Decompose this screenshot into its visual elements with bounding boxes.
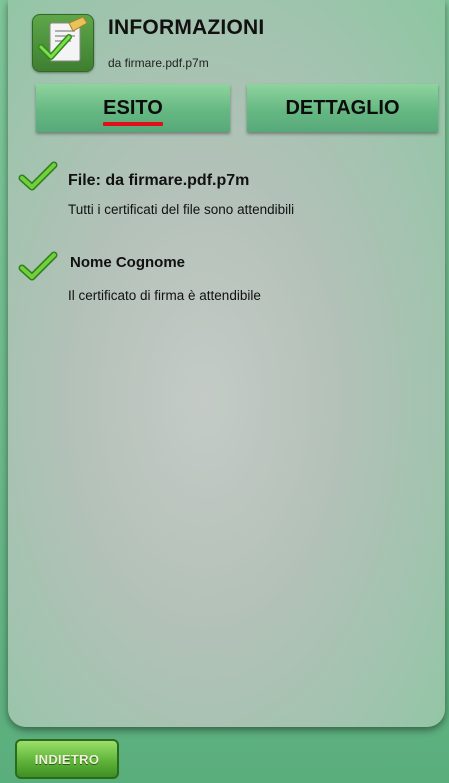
result-description-file: Tutti i certificati del file sono attend… (68, 202, 295, 217)
result-title-signer: Nome Cognome (70, 254, 186, 271)
tab-esito-text: ESITO (103, 96, 163, 119)
active-tab-indicator (103, 121, 163, 126)
result-description-signer: Il certificato di firma è attendibile (68, 288, 261, 303)
result-title-file: File: da firmare.pdf.p7m (68, 172, 250, 189)
checkmark-icon (18, 250, 58, 282)
signed-document-icon (32, 14, 94, 72)
back-button[interactable]: INDIETRO (15, 739, 119, 779)
info-card: INFORMAZIONI da firmare.pdf.p7m ESITO DE… (8, 0, 445, 727)
file-name-subtitle: da firmare.pdf.p7m (108, 56, 209, 70)
checkmark-icon (18, 160, 58, 192)
tab-dettaglio[interactable]: DETTAGLIO (247, 84, 438, 132)
tab-esito-label: ESITO (103, 96, 163, 126)
page-title: INFORMAZIONI (108, 16, 265, 39)
tab-dettaglio-label: DETTAGLIO (285, 96, 400, 119)
tab-esito[interactable]: ESITO (36, 84, 230, 132)
